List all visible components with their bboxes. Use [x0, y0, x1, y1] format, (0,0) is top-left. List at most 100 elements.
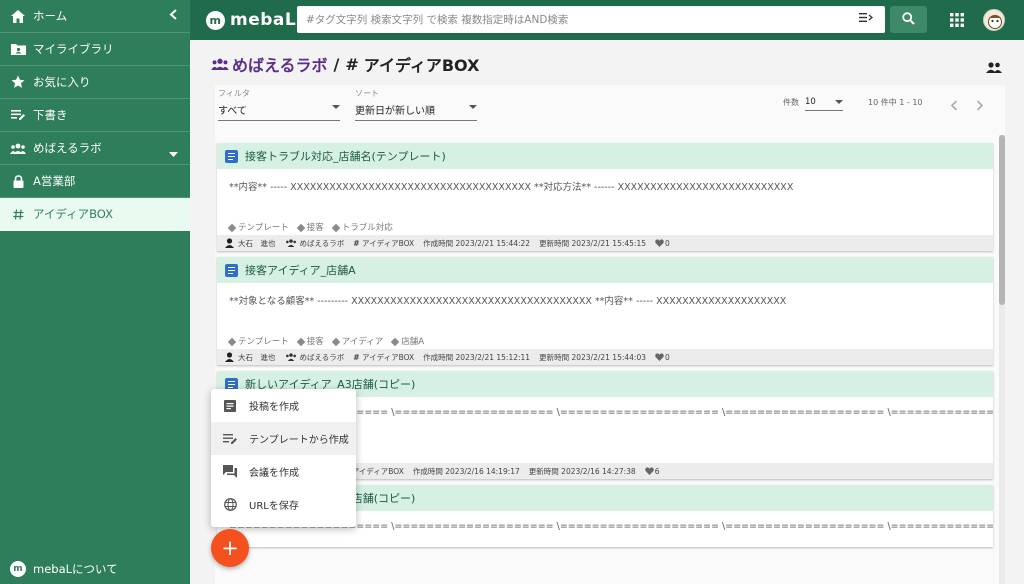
like-count: 6 [654, 466, 660, 476]
post-card[interactable]: 接客アイディア_店舗A **対象となる顧客** --------- XXXXXX… [217, 257, 993, 365]
sidebar-item-label: めばえるラボ [33, 141, 102, 155]
menu-item-create-post[interactable]: 投稿を作成 [211, 389, 356, 422]
lock-icon [10, 173, 26, 189]
tag[interactable]: アイディア [333, 335, 383, 347]
user-avatar[interactable] [983, 9, 1005, 31]
box-name: アイディアBOX [351, 466, 404, 476]
apps-grid-icon[interactable] [950, 12, 964, 31]
author[interactable]: 大石 進也 [225, 238, 276, 249]
caret-down-icon [332, 105, 340, 109]
prev-page-icon[interactable] [950, 96, 958, 115]
post-meta: 大石 進也 めばえるラボ # アイディアBOX 作成時間 2023/2/21 1… [217, 349, 993, 365]
count-value: 10 [805, 97, 843, 111]
group-icon [211, 58, 229, 70]
tag[interactable]: トラブル対応 [333, 221, 393, 233]
tag[interactable]: テンプレート [229, 221, 289, 233]
search-input[interactable]: #タグ文字列 検索文字列 で検索 複数指定時はAND検索 [297, 6, 885, 33]
tag[interactable]: 接客 [298, 335, 324, 347]
brand-logo[interactable]: m mebaL [206, 10, 296, 30]
about-link[interactable]: m mebaLについて [0, 554, 190, 584]
heart-icon [644, 467, 654, 475]
count-select[interactable]: 10 [805, 94, 843, 111]
filter-bar: フィルタ すべて ソート 更新日が新しい順 件数 10 10 件中 1 - 10 [215, 85, 1005, 135]
group-tag[interactable]: めばえるラボ [285, 352, 344, 363]
box-tag[interactable]: # アイディアBOX [353, 352, 414, 363]
pagination-range: 10 件中 1 - 10 [868, 98, 923, 107]
hash-symbol: # [345, 54, 359, 74]
group-tag[interactable]: めばえるラボ [285, 238, 345, 249]
filter-select[interactable]: フィルタ すべて [218, 88, 340, 121]
post-card[interactable]: 接客トラブル対応_店舗名(テンプレート) **内容** ----- XXXXXX… [217, 143, 993, 251]
updated-time: 更新時間 2023/2/16 14:27:38 [528, 466, 636, 476]
author[interactable]: 大石 進也 [225, 352, 276, 363]
sidebar-item-drafts[interactable]: 下書き [0, 99, 190, 132]
box-name: アイディアBOX [363, 56, 480, 75]
post-title[interactable]: 接客トラブル対応_店舗名(テンプレート) [217, 143, 993, 169]
sidebar-item-ideabox[interactable]: アイディアBOX [0, 198, 190, 231]
likes[interactable]: 0 [655, 239, 670, 248]
created-time: 作成時間 2023/2/21 15:44:22 [423, 238, 531, 248]
members-icon[interactable] [986, 58, 1002, 77]
search-button[interactable] [890, 6, 927, 33]
tag-list: テンプレート 接客 アイディア 店舗A [217, 333, 993, 349]
box-name: アイディアBOX [361, 352, 415, 362]
create-fab-button[interactable]: + [211, 529, 249, 567]
draft-icon [10, 107, 26, 123]
menu-item-save-url[interactable]: URLを保存 [211, 488, 356, 521]
created-time: 作成時間 2023/2/16 14:19:17 [412, 466, 520, 476]
like-count: 0 [665, 352, 670, 362]
topbar: m mebaL #タグ文字列 検索文字列 で検索 複数指定時はAND検索 [190, 0, 1024, 40]
sort-select[interactable]: ソート 更新日が新しい順 [355, 88, 477, 121]
sidebar-item-library[interactable]: マイライブラリ [0, 33, 190, 66]
post-meta: 大石 進也 めばえるラボ # アイディアBOX 作成時間 2023/2/21 1… [217, 235, 993, 251]
filter-label: フィルタ [218, 89, 250, 98]
tag[interactable]: 接客 [298, 221, 324, 233]
document-icon [225, 263, 238, 277]
person-icon [225, 238, 234, 248]
scrollbar[interactable] [999, 135, 1005, 584]
sidebar: ホーム マイライブラリ お気に入り 下書き めばえるラボ A営業部 アイディアB… [0, 0, 190, 584]
sidebar-item-label: A営業部 [33, 174, 76, 188]
tag[interactable]: テンプレート [229, 335, 289, 347]
hash-icon: # [353, 238, 360, 248]
author-name: 大石 進也 [238, 352, 276, 362]
page-title: めばえるラボ / # アイディアBOX [211, 52, 479, 76]
clear-search-icon[interactable] [859, 12, 874, 26]
group-name: めばえるラボ [299, 238, 345, 248]
post-title[interactable]: 接客アイディア_店舗A [217, 257, 993, 283]
like-count: 0 [665, 238, 670, 248]
caret-down-icon[interactable] [169, 146, 178, 160]
sidebar-item-favorites[interactable]: お気に入り [0, 66, 190, 99]
caret-down-icon [835, 100, 843, 104]
sidebar-item-sales[interactable]: A営業部 [0, 165, 190, 198]
likes[interactable]: 0 [655, 353, 670, 362]
heart-icon [655, 239, 664, 247]
tag[interactable]: 店舗A [392, 335, 424, 347]
likes[interactable]: 6 [644, 466, 660, 476]
group-icon [285, 239, 296, 247]
sort-value-text: 更新日が新しい順 [355, 106, 435, 117]
create-menu: 投稿を作成 テンプレートから作成 会議を作成 URLを保存 [211, 389, 356, 527]
group-link[interactable]: めばえるラボ [211, 52, 328, 76]
filter-value-text: すべて [218, 106, 247, 117]
caret-down-icon [469, 105, 477, 109]
sidebar-item-group[interactable]: めばえるラボ [0, 132, 190, 165]
updated-time: 更新時間 2023/2/21 15:44:03 [539, 352, 646, 362]
box-name: アイディアBOX [361, 238, 415, 248]
box-tag[interactable]: # アイディアBOX [353, 238, 414, 249]
scrollbar-thumb[interactable] [999, 135, 1005, 305]
post-body: **対象となる顧客** --------- XXXXXXXXXXXXXXXXXX… [229, 296, 787, 307]
group-icon [285, 353, 296, 361]
menu-item-create-meeting[interactable]: 会議を作成 [211, 455, 356, 488]
library-icon [10, 41, 26, 57]
menu-item-from-template[interactable]: テンプレートから作成 [211, 422, 356, 455]
count-value-text: 10 [805, 97, 816, 107]
chevron-left-icon[interactable] [169, 9, 178, 23]
title-separator: / [333, 54, 340, 74]
author-name: 大石 進也 [238, 238, 276, 248]
group-icon [10, 140, 26, 156]
next-page-icon[interactable] [976, 96, 984, 115]
updated-time: 更新時間 2023/2/21 15:45:15 [539, 238, 646, 248]
sidebar-item-home[interactable]: ホーム [0, 0, 190, 33]
post-title-text: 接客アイディア_店舗A [245, 264, 356, 277]
